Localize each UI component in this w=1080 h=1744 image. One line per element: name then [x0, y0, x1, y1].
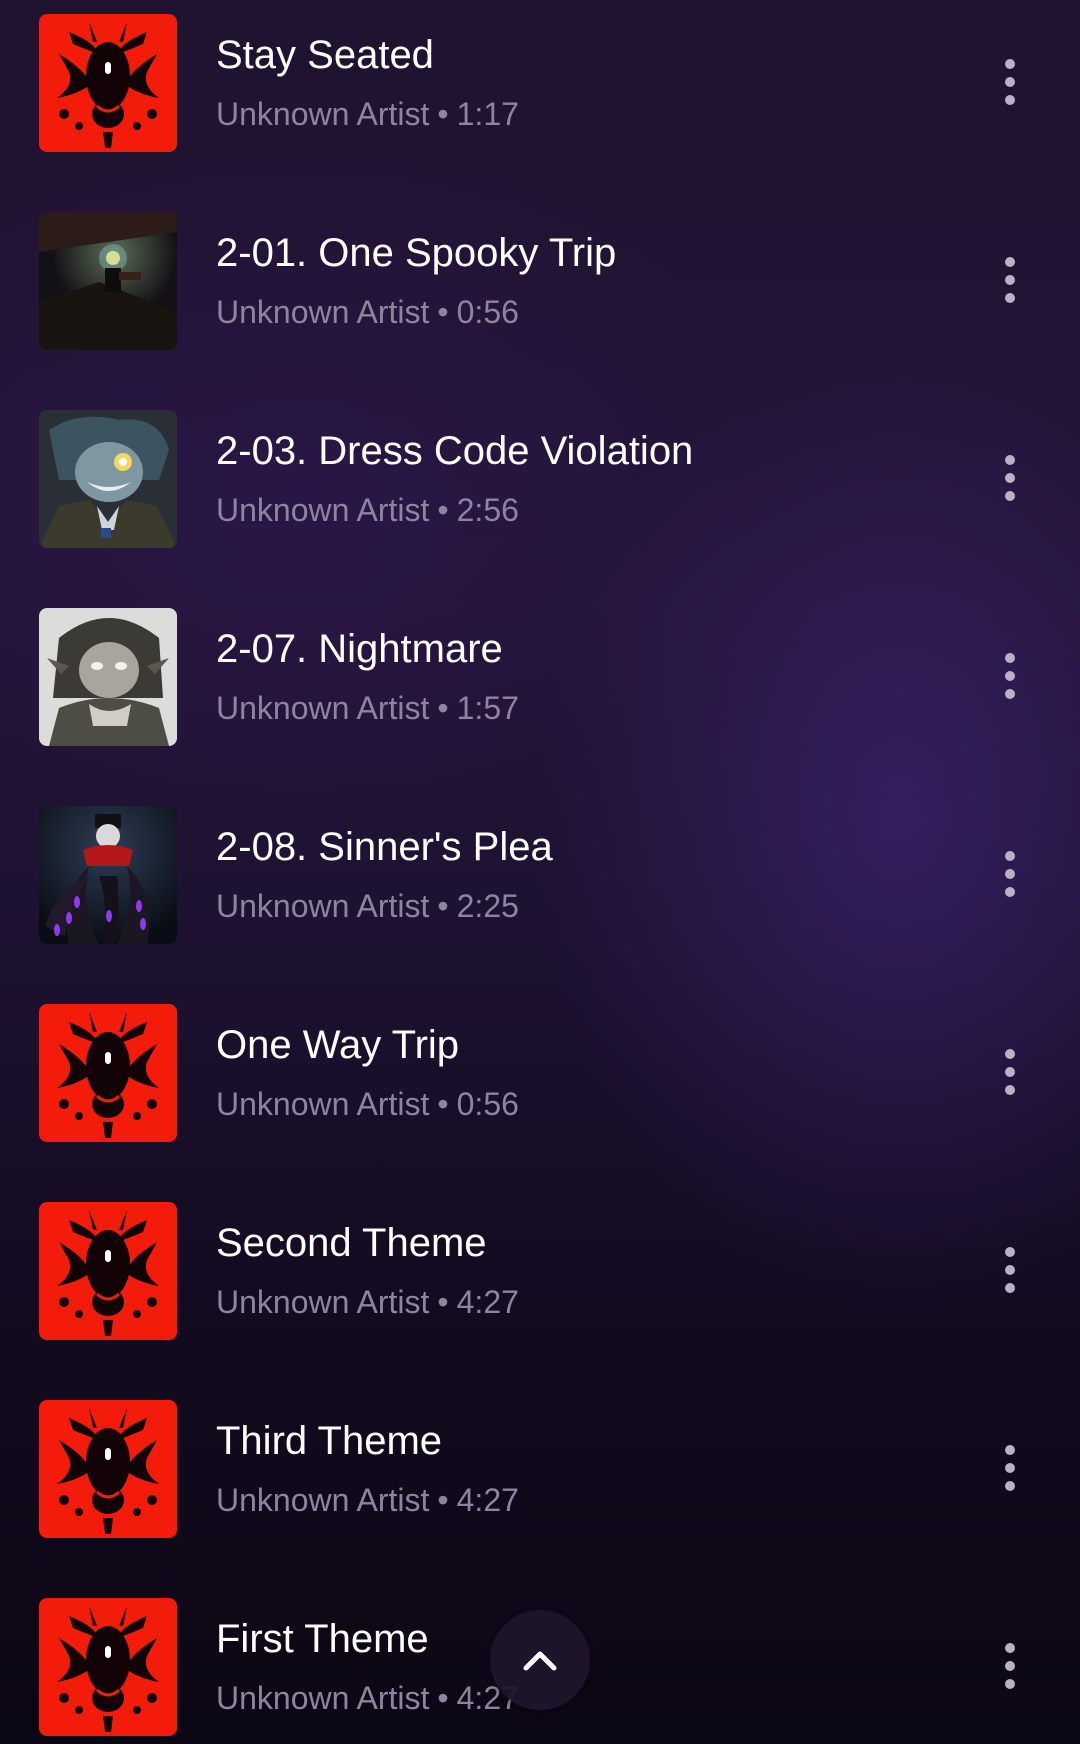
red-ink-art-image: [39, 1004, 177, 1142]
separator-dot: •: [437, 690, 449, 726]
track-row-nightmare[interactable]: 2-07. Nightmare Unknown Artist • 1:57: [0, 594, 1080, 792]
tentacle-figure-art-image: [39, 806, 177, 944]
track-subtitle: Unknown Artist • 2:56: [216, 492, 519, 529]
more-options-button[interactable]: [990, 1240, 1030, 1300]
album-art: [39, 14, 177, 152]
track-duration: 2:56: [456, 492, 519, 528]
more-options-button[interactable]: [990, 1042, 1030, 1102]
album-art: [39, 410, 177, 548]
track-row-one-way-trip[interactable]: One Way Trip Unknown Artist • 0:56: [0, 990, 1080, 1188]
track-artist: Unknown Artist: [216, 492, 430, 528]
track-duration: 2:25: [456, 888, 519, 924]
track-subtitle: Unknown Artist • 4:27: [216, 1680, 519, 1717]
album-art: [39, 1202, 177, 1340]
track-title: First Theme: [216, 1617, 429, 1661]
more-vertical-icon: [1005, 59, 1015, 105]
track-subtitle: Unknown Artist • 4:27: [216, 1482, 519, 1519]
track-title: 2-01. One Spooky Trip: [216, 231, 617, 275]
track-duration: 4:27: [456, 1284, 519, 1320]
track-duration: 4:27: [456, 1482, 519, 1518]
red-ink-art-image: [39, 1400, 177, 1538]
scroll-to-top-button[interactable]: [490, 1610, 590, 1710]
track-duration: 1:57: [456, 690, 519, 726]
track-row-second-theme[interactable]: Second Theme Unknown Artist • 4:27: [0, 1188, 1080, 1386]
track-row-one-spooky-trip[interactable]: 2-01. One Spooky Trip Unknown Artist • 0:5…: [0, 198, 1080, 396]
track-duration: 0:56: [456, 294, 519, 330]
more-vertical-icon: [1005, 1247, 1015, 1293]
track-title: 2-07. Nightmare: [216, 627, 503, 671]
chevron-up-icon: [523, 1651, 557, 1671]
more-vertical-icon: [1005, 851, 1015, 897]
track-artist: Unknown Artist: [216, 888, 430, 924]
track-subtitle: Unknown Artist • 1:17: [216, 96, 519, 133]
track-subtitle: Unknown Artist • 2:25: [216, 888, 519, 925]
separator-dot: •: [437, 294, 449, 330]
red-ink-art-image: [39, 1202, 177, 1340]
dark-lantern-art-image: [39, 212, 177, 350]
sketch-character-art-image: [39, 608, 177, 746]
track-duration: 1:17: [456, 96, 519, 132]
track-artist: Unknown Artist: [216, 1086, 430, 1122]
track-artist: Unknown Artist: [216, 690, 430, 726]
album-art: [39, 1598, 177, 1736]
track-title: One Way Trip: [216, 1023, 460, 1067]
more-vertical-icon: [1005, 1643, 1015, 1689]
grinning-character-art-image: [39, 410, 177, 548]
more-vertical-icon: [1005, 455, 1015, 501]
more-vertical-icon: [1005, 1049, 1015, 1095]
track-artist: Unknown Artist: [216, 1680, 430, 1716]
track-title: 2-08. Sinner's Plea: [216, 825, 553, 869]
track-list: Stay Seated Unknown Artist • 1:17 2-01. …: [0, 0, 1080, 1744]
more-options-button[interactable]: [990, 844, 1030, 904]
red-ink-art-image: [39, 1598, 177, 1736]
separator-dot: •: [437, 492, 449, 528]
separator-dot: •: [437, 96, 449, 132]
album-art: [39, 212, 177, 350]
more-vertical-icon: [1005, 653, 1015, 699]
red-ink-art-image: [39, 14, 177, 152]
track-subtitle: Unknown Artist • 1:57: [216, 690, 519, 727]
album-art: [39, 806, 177, 944]
track-row-sinners-plea[interactable]: 2-08. Sinner's Plea Unknown Artist • 2:25: [0, 792, 1080, 990]
more-options-button[interactable]: [990, 52, 1030, 112]
more-options-button[interactable]: [990, 1636, 1030, 1696]
album-art: [39, 1400, 177, 1538]
track-subtitle: Unknown Artist • 4:27: [216, 1284, 519, 1321]
album-art: [39, 608, 177, 746]
track-title: Second Theme: [216, 1221, 487, 1265]
track-row-stay-seated[interactable]: Stay Seated Unknown Artist • 1:17: [0, 0, 1080, 198]
more-vertical-icon: [1005, 257, 1015, 303]
more-options-button[interactable]: [990, 448, 1030, 508]
track-title: Third Theme: [216, 1419, 443, 1463]
more-options-button[interactable]: [990, 646, 1030, 706]
track-artist: Unknown Artist: [216, 96, 430, 132]
separator-dot: •: [437, 1284, 449, 1320]
more-options-button[interactable]: [990, 1438, 1030, 1498]
track-title: Stay Seated: [216, 33, 434, 77]
separator-dot: •: [437, 1482, 449, 1518]
track-row-dress-code-violation[interactable]: 2-03. Dress Code Violation Unknown Artis…: [0, 396, 1080, 594]
track-subtitle: Unknown Artist • 0:56: [216, 294, 519, 331]
more-vertical-icon: [1005, 1445, 1015, 1491]
track-duration: 0:56: [456, 1086, 519, 1122]
separator-dot: •: [437, 888, 449, 924]
separator-dot: •: [437, 1086, 449, 1122]
track-subtitle: Unknown Artist • 0:56: [216, 1086, 519, 1123]
separator-dot: •: [437, 1680, 449, 1716]
more-options-button[interactable]: [990, 250, 1030, 310]
track-title: 2-03. Dress Code Violation: [216, 429, 694, 473]
track-row-third-theme[interactable]: Third Theme Unknown Artist • 4:27: [0, 1386, 1080, 1584]
track-artist: Unknown Artist: [216, 1284, 430, 1320]
track-artist: Unknown Artist: [216, 294, 430, 330]
track-artist: Unknown Artist: [216, 1482, 430, 1518]
album-art: [39, 1004, 177, 1142]
